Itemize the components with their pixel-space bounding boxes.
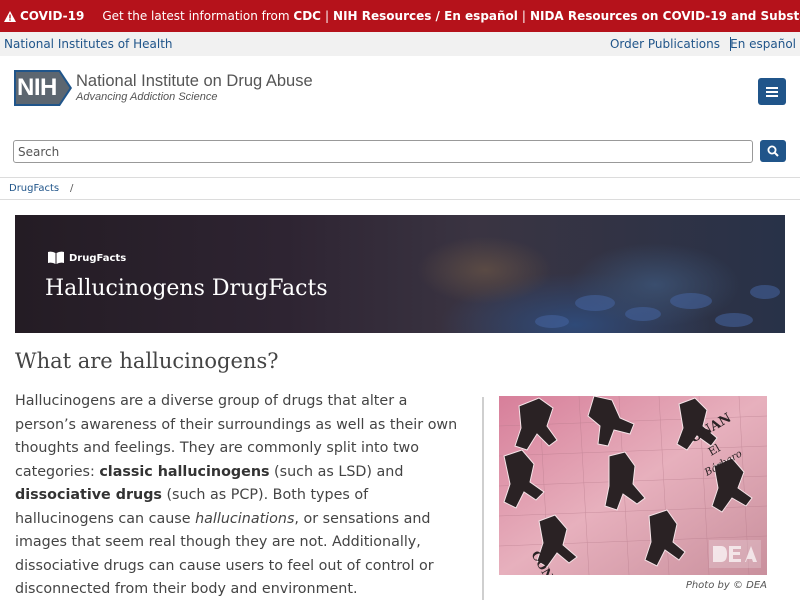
hero-banner: DrugFacts Hallucinogens DrugFacts — [15, 215, 785, 333]
hero-bg-pill — [750, 285, 780, 299]
hamburger-icon — [766, 86, 778, 97]
covid-link-nida[interactable]: NIDA Resources on COVID-19 and Substance… — [530, 9, 800, 23]
order-publications-link[interactable]: Order Publications — [610, 37, 720, 51]
covid-message: Get the latest information from CDC | NIH … — [102, 9, 800, 23]
lsd-blotter-photo: CONAN El Bárbaro CONAN — [499, 396, 767, 575]
hero-bg-pill — [535, 315, 569, 328]
covid-separator: | — [521, 9, 526, 23]
covid-lead-text: Get the latest information from — [102, 9, 290, 23]
breadcrumb-drugfacts[interactable]: DrugFacts — [9, 183, 59, 194]
breadcrumb-separator: / — [70, 183, 74, 194]
hero-badge: DrugFacts — [47, 251, 126, 265]
nih-logo-mark: NIH — [14, 70, 72, 106]
spanish-link[interactable]: En español — [730, 37, 796, 51]
hero-bg-pill — [625, 307, 661, 321]
term-dissociative-drugs: dissociative drugs — [15, 487, 162, 503]
covid-tag-label: COVID-19 — [20, 9, 85, 23]
hero-bg-pill — [670, 293, 712, 309]
covid-link-nih[interactable]: NIH Resources / En español — [333, 9, 518, 23]
term-hallucinations: hallucinations — [195, 510, 295, 527]
intro-paragraph: Hallucinogens are a diverse group of dru… — [15, 390, 470, 600]
hero-badge-label: DrugFacts — [69, 252, 127, 264]
site-header: NIH National Institute on Drug Abuse Adv… — [0, 56, 800, 178]
covid-link-cdc[interactable]: CDC — [293, 9, 321, 23]
term-classic-hallucinogens: classic hallucinogens — [99, 463, 270, 480]
magnifier-icon — [767, 145, 779, 157]
nih-logo-text: NIH — [17, 74, 57, 101]
hero-bg-pill — [575, 295, 615, 311]
warning-icon — [4, 10, 16, 22]
logo-title: National Institute on Drug Abuse — [76, 72, 313, 91]
logo-subtitle: Advancing Addiction Science — [76, 90, 218, 103]
open-book-icon — [48, 251, 64, 264]
sidebar-divider — [482, 397, 484, 600]
search-input[interactable] — [13, 140, 753, 163]
photo-caption: Photo by © DEA — [685, 580, 767, 591]
hero-bg-pill — [715, 313, 753, 327]
covid-banner: COVID-19 Get the latest information from… — [0, 0, 800, 32]
breadcrumb: DrugFacts / — [0, 178, 800, 200]
dea-watermark — [709, 540, 761, 568]
nida-logo[interactable]: NIH National Institute on Drug Abuse Adv… — [14, 70, 313, 106]
section-heading: What are hallucinogens? — [15, 349, 279, 373]
search-button[interactable] — [760, 140, 786, 162]
blotter-illustration: CONAN El Bárbaro CONAN — [499, 396, 767, 575]
utility-bar: National Institutes of Health Order Publ… — [0, 32, 800, 56]
covid-tag[interactable]: COVID-19 — [4, 9, 84, 23]
menu-button[interactable] — [758, 78, 786, 105]
nih-home-link[interactable]: National Institutes of Health — [4, 37, 173, 51]
page-title: Hallucinogens DrugFacts — [45, 276, 328, 301]
para-text: (such as LSD) and — [269, 463, 404, 480]
covid-separator: | — [324, 9, 330, 23]
